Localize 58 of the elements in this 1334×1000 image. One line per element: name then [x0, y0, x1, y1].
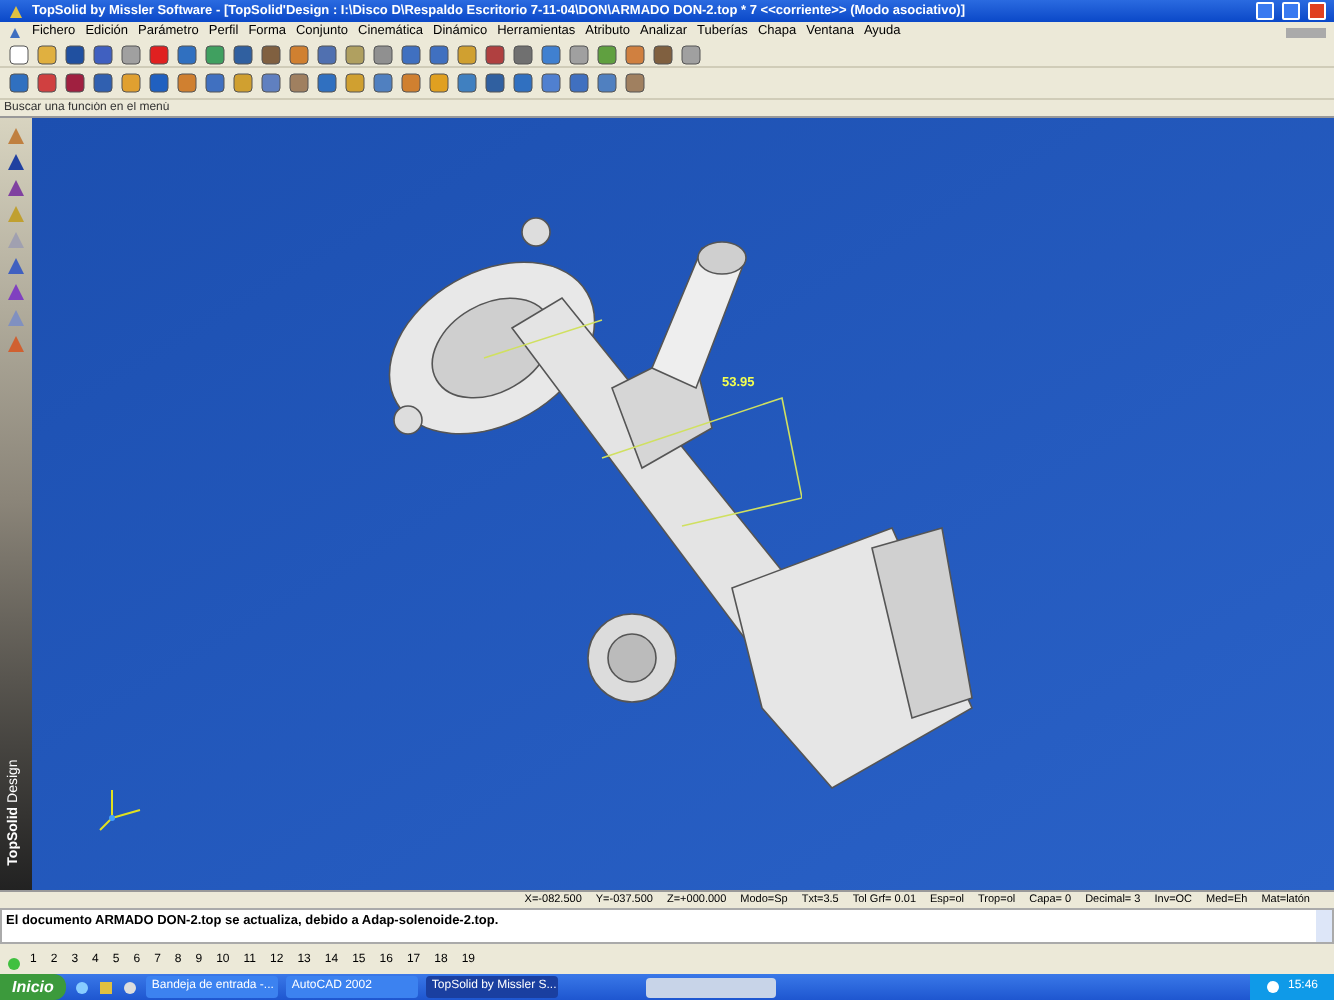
minimize-button[interactable] — [1256, 2, 1274, 20]
tool-icon[interactable] — [624, 72, 646, 94]
tool-icon[interactable] — [120, 72, 142, 94]
tool-icon[interactable] — [652, 43, 674, 65]
tool-icon[interactable] — [92, 43, 114, 65]
tool-icon[interactable] — [92, 72, 114, 94]
tool-icon[interactable] — [260, 72, 282, 94]
tool-icon[interactable] — [400, 43, 422, 65]
start-button[interactable]: Inicio — [0, 974, 66, 1000]
tool-icon[interactable] — [512, 72, 534, 94]
maximize-button[interactable] — [1282, 2, 1300, 20]
axis-triad-icon — [96, 786, 144, 834]
tool-icon[interactable] — [36, 72, 58, 94]
tool-icon[interactable] — [484, 72, 506, 94]
tool-icon[interactable] — [568, 72, 590, 94]
tool-icon[interactable] — [8, 72, 30, 94]
tool-icon[interactable] — [120, 43, 142, 65]
tool-icon[interactable] — [316, 43, 338, 65]
tool-icon[interactable] — [8, 43, 30, 65]
tool-icon[interactable] — [400, 72, 422, 94]
tool-icon[interactable] — [148, 43, 170, 65]
tool-icon[interactable] — [540, 43, 562, 65]
tray-icon[interactable] — [1265, 980, 1280, 994]
tool-icon[interactable] — [204, 43, 226, 65]
tool-icon[interactable] — [456, 72, 478, 94]
tool-icon[interactable] — [288, 72, 310, 94]
tool-icon[interactable] — [372, 43, 394, 65]
tool-icon[interactable] — [428, 72, 450, 94]
tool-icon[interactable] — [148, 72, 170, 94]
tool-icon[interactable] — [64, 72, 86, 94]
tool-icon[interactable] — [64, 43, 86, 65]
tool-icon[interactable] — [456, 43, 478, 65]
tool-icon[interactable] — [316, 72, 338, 94]
tool-icon[interactable] — [596, 43, 618, 65]
tool-icon[interactable] — [484, 43, 506, 65]
tool-icon[interactable] — [568, 43, 590, 65]
tool-icon[interactable] — [680, 43, 702, 65]
app-icon — [8, 3, 24, 19]
tool-icon[interactable] — [428, 43, 450, 65]
scrollbar[interactable] — [1316, 910, 1332, 942]
tool-icon[interactable] — [232, 72, 254, 94]
tool-icon[interactable] — [176, 43, 198, 65]
tool-icon[interactable] — [288, 43, 310, 65]
tool-icon[interactable] — [344, 72, 366, 94]
tool-icon[interactable] — [624, 43, 646, 65]
tool-icon[interactable] — [512, 43, 534, 65]
tool-icon[interactable] — [344, 43, 366, 65]
tool-icon[interactable] — [176, 72, 198, 94]
tool-icon[interactable] — [260, 43, 282, 65]
media-toolbar — [645, 977, 776, 997]
tool-icon[interactable] — [540, 72, 562, 94]
tool-icon[interactable] — [232, 43, 254, 65]
tool-icon[interactable] — [36, 43, 58, 65]
close-button[interactable] — [1308, 2, 1326, 20]
tool-icon[interactable] — [204, 72, 226, 94]
tool-icon[interactable] — [372, 72, 394, 94]
tool-icon[interactable] — [596, 72, 618, 94]
layer-marker-icon — [8, 958, 20, 970]
